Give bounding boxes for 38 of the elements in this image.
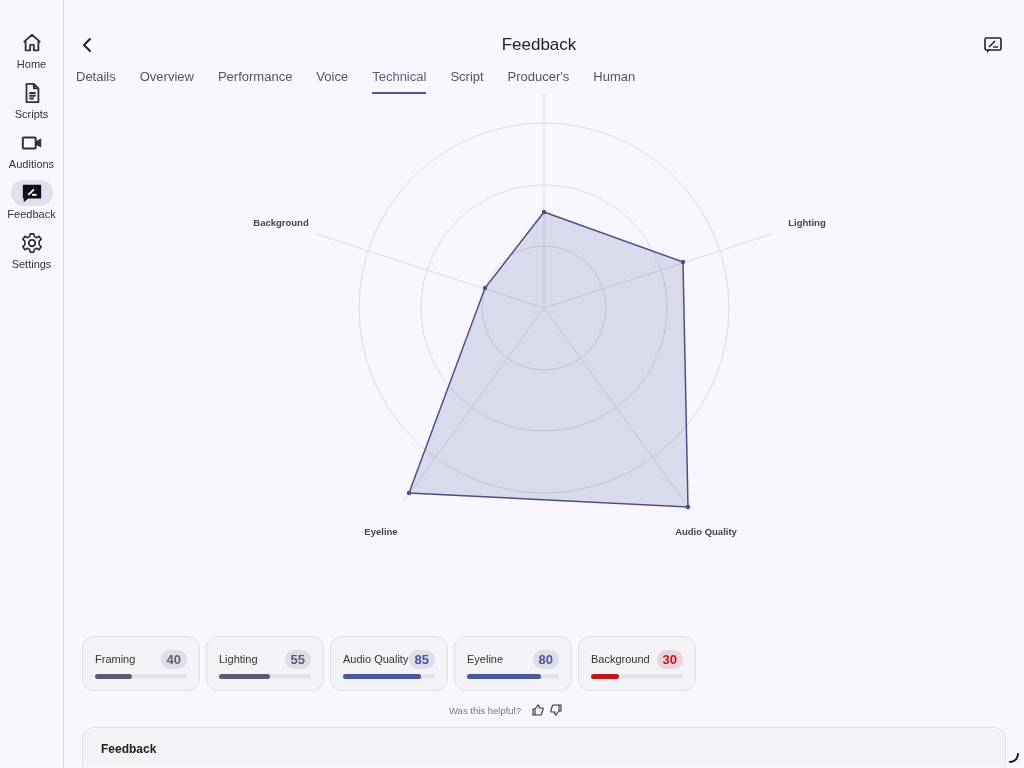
home-icon (20, 32, 43, 54)
sidebar-item[interactable]: Feedback (1, 180, 62, 220)
score-label: Eyeline (467, 653, 504, 665)
page-title: Feedback (501, 35, 577, 55)
tab[interactable]: Script (450, 68, 484, 94)
score-label: Lighting (219, 653, 258, 665)
sidebar-item[interactable]: Scripts (1, 80, 62, 120)
axis-label: Eyeline (364, 526, 398, 537)
feedback-icon (20, 182, 43, 204)
score-badge: 40 (160, 649, 187, 669)
chevron-left-icon (80, 37, 94, 53)
tab[interactable]: Details (76, 68, 116, 94)
score-badge: 80 (532, 649, 559, 669)
score-label: Audio Quality (343, 653, 409, 665)
feedback-card-title: Feedback (101, 742, 158, 756)
settings-icon (20, 232, 43, 254)
score-label: Background (591, 653, 650, 665)
tab[interactable]: Performance (217, 68, 293, 94)
axis-label: Audio Quality (675, 526, 737, 537)
loading-spinner-icon (1008, 752, 1020, 764)
tab[interactable]: Voice (316, 68, 349, 94)
tab[interactable]: Producer's (507, 68, 570, 94)
thumbs-down-button[interactable] (549, 703, 563, 717)
tab[interactable]: Overview (139, 68, 194, 94)
axis-label: Lighting (788, 217, 826, 228)
helpful-question: Was this helpful? (449, 704, 521, 716)
thumbs-up-button[interactable] (531, 703, 545, 717)
axis-label: Background (253, 217, 309, 228)
score-label: Framing (95, 653, 136, 665)
score-badge: 85 (408, 649, 435, 669)
sidebar-item[interactable]: Home (1, 30, 62, 70)
score-badge: 55 (284, 649, 311, 669)
tab[interactable]: Human (593, 68, 636, 94)
compose-icon (984, 37, 1002, 53)
sidebar-item[interactable]: Auditions (1, 130, 62, 170)
tab[interactable]: Technical (372, 68, 427, 94)
score-badge: 30 (656, 649, 683, 669)
sidebar-item[interactable]: Settings (1, 230, 62, 270)
